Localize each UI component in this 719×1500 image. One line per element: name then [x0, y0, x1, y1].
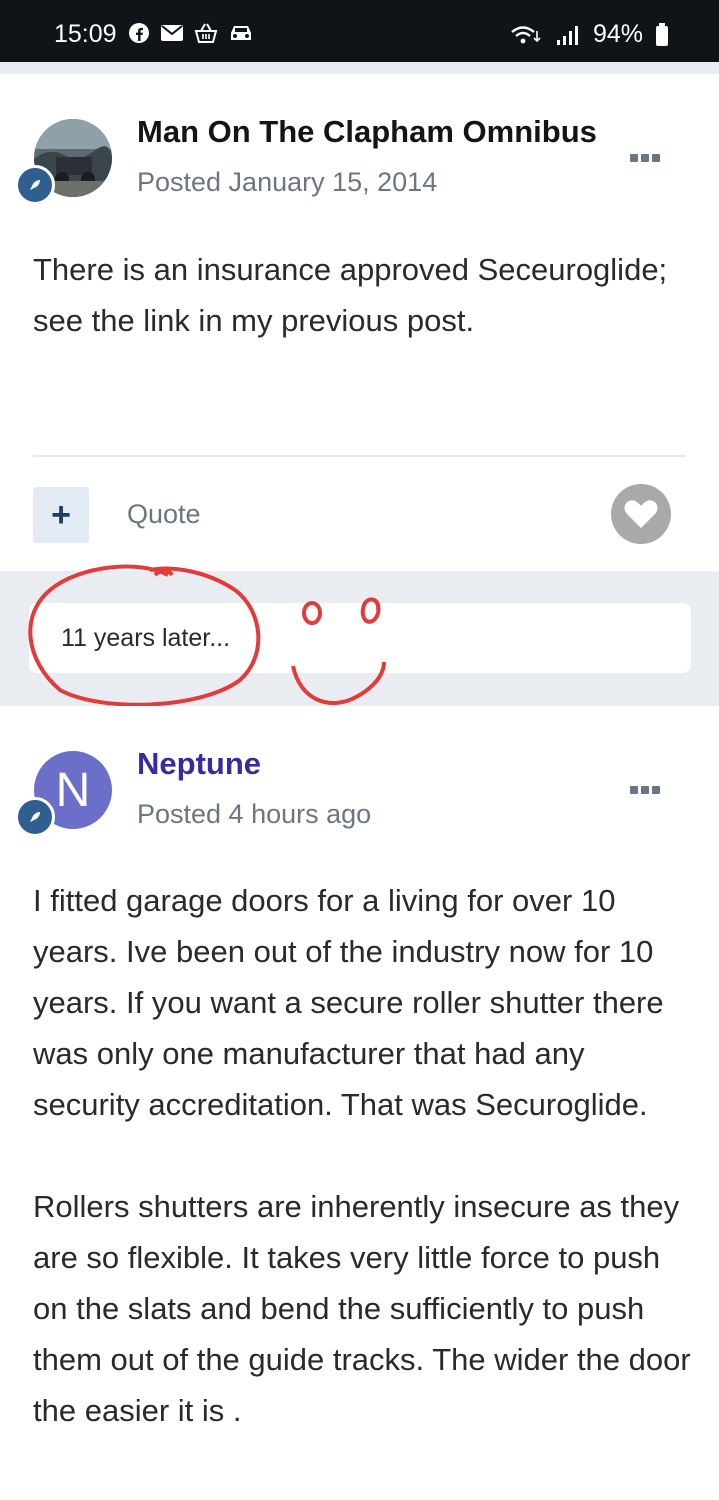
- post-card: N Neptune Posted 4 hours ago I fitted ga…: [0, 706, 719, 1500]
- quote-button[interactable]: Quote: [127, 499, 201, 530]
- mail-icon: [161, 25, 183, 41]
- rocket-icon: [30, 812, 40, 822]
- like-button[interactable]: [611, 484, 671, 544]
- add-button[interactable]: +: [33, 487, 89, 543]
- author-name[interactable]: Man On The Clapham Omnibus: [137, 114, 597, 150]
- rank-badge: [15, 165, 55, 205]
- car-icon: [231, 26, 251, 40]
- post-paragraph: I fitted garage doors for a living for o…: [33, 883, 664, 1122]
- post-card: Man On The Clapham Omnibus Posted Januar…: [0, 74, 719, 571]
- battery-icon: [656, 22, 668, 46]
- more-options-icon[interactable]: [630, 786, 660, 794]
- post-paragraph: There is an insurance approved Seceurogl…: [33, 252, 668, 338]
- rank-badge: [15, 797, 55, 837]
- post-paragraph: Rollers shutters are inherently insecure…: [33, 1189, 691, 1428]
- heart-icon: [624, 500, 658, 528]
- author-name[interactable]: Neptune: [137, 746, 261, 782]
- status-bar: 15:09 94%: [0, 0, 719, 62]
- battery-percent: 94%: [592, 20, 643, 48]
- basket-icon: [194, 23, 218, 43]
- post-content: I fitted garage doors for a living for o…: [33, 875, 693, 1436]
- divider: [33, 455, 686, 457]
- rocket-icon: [30, 180, 40, 190]
- post-date[interactable]: Posted 4 hours ago: [137, 799, 371, 830]
- post-date[interactable]: Posted January 15, 2014: [137, 167, 437, 198]
- post-content: There is an insurance approved Seceurogl…: [33, 244, 693, 346]
- more-options-icon[interactable]: [630, 154, 660, 162]
- annotation-doodle: [28, 564, 386, 707]
- facebook-icon: [129, 23, 149, 43]
- status-time: 15:09: [54, 20, 117, 48]
- signal-icon: [556, 25, 578, 45]
- wifi-icon: [511, 25, 541, 43]
